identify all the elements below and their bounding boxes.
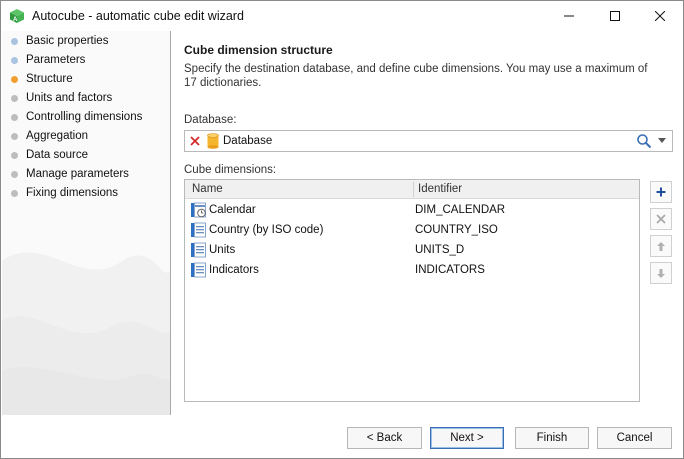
- dimension-name: Indicators: [209, 264, 259, 276]
- step-status-dot: [11, 190, 18, 197]
- minimize-button[interactable]: [546, 1, 592, 31]
- sidebar-step-label: Aggregation: [26, 130, 89, 142]
- dictionary-icon: [191, 222, 206, 238]
- clear-icon[interactable]: [188, 134, 202, 148]
- table-row[interactable]: Units UNITS_D: [185, 240, 639, 260]
- sidebar-step-label: Data source: [26, 149, 89, 161]
- close-icon: [655, 11, 665, 21]
- step-status-dot: [11, 152, 18, 159]
- step-status-dot: [11, 76, 18, 83]
- dimension-identifier: INDICATORS: [415, 264, 485, 276]
- wizard-page-content: Cube dimension structure Specify the des…: [171, 31, 683, 415]
- database-label: Database:: [184, 114, 237, 126]
- sidebar-step-structure[interactable]: Structure: [2, 70, 170, 89]
- sidebar-step-label: Units and factors: [26, 92, 113, 104]
- minimize-icon: [564, 15, 574, 17]
- step-status-dot: [11, 133, 18, 140]
- sidebar-step-label: Basic properties: [26, 35, 109, 47]
- delete-dimension-button[interactable]: [650, 208, 672, 230]
- cube-dimensions-table[interactable]: Name Identifier Calendar DIM_CALENDAR Co…: [184, 179, 640, 402]
- sidebar-step-fixing-dimensions[interactable]: Fixing dimensions: [2, 184, 170, 203]
- table-row[interactable]: Calendar DIM_CALENDAR: [185, 200, 639, 220]
- sidebar-step-label: Structure: [26, 73, 73, 85]
- dictionary-icon: [191, 242, 206, 258]
- sidebar-step-parameters[interactable]: Parameters: [2, 51, 170, 70]
- dimension-name: Units: [209, 244, 236, 256]
- table-row[interactable]: Country (by ISO code) COUNTRY_ISO: [185, 220, 639, 240]
- back-button[interactable]: < Back: [347, 427, 422, 449]
- dictionary-icon: [191, 262, 206, 278]
- dimension-identifier: UNITS_D: [415, 244, 465, 256]
- dimension-name: Calendar: [209, 204, 256, 216]
- window-title: Autocube - automatic cube edit wizard: [32, 9, 244, 23]
- svg-text:A: A: [13, 17, 18, 23]
- sidebar-step-data-source[interactable]: Data source: [2, 146, 170, 165]
- sidebar-step-units-and-factors[interactable]: Units and factors: [2, 89, 170, 108]
- move-up-icon: [657, 241, 665, 251]
- column-divider: [413, 182, 414, 197]
- dropdown-arrow-icon[interactable]: [658, 138, 666, 143]
- step-status-dot: [11, 38, 18, 45]
- calendar-dictionary-icon: [191, 202, 206, 218]
- database-value: Database: [223, 135, 273, 147]
- column-header-name[interactable]: Name: [192, 183, 223, 195]
- move-up-button[interactable]: [650, 235, 672, 257]
- sidebar-step-aggregation[interactable]: Aggregation: [2, 127, 170, 146]
- database-icon: [207, 133, 219, 149]
- table-row[interactable]: Indicators INDICATORS: [185, 260, 639, 280]
- page-title: Cube dimension structure: [184, 43, 333, 57]
- add-icon: [656, 187, 666, 197]
- sidebar-step-label: Manage parameters: [26, 168, 129, 180]
- dimension-name: Country (by ISO code): [209, 224, 324, 236]
- sidebar-step-label: Controlling dimensions: [26, 111, 143, 123]
- table-header: Name Identifier: [185, 180, 639, 199]
- maximize-icon: [610, 11, 620, 21]
- sidebar-step-controlling-dimensions[interactable]: Controlling dimensions: [2, 108, 170, 127]
- step-status-dot: [11, 95, 18, 102]
- wizard-window: A Autocube - automatic cube edit wizard …: [0, 0, 684, 459]
- finish-button[interactable]: Finish: [515, 427, 589, 449]
- step-status-dot: [11, 57, 18, 64]
- database-selector[interactable]: Database: [184, 130, 673, 152]
- maximize-button[interactable]: [592, 1, 638, 31]
- dimension-identifier: DIM_CALENDAR: [415, 204, 506, 216]
- column-header-identifier[interactable]: Identifier: [418, 183, 462, 195]
- next-button[interactable]: Next >: [430, 427, 504, 449]
- wizard-steps-sidebar: Basic properties Parameters Structure Un…: [2, 31, 170, 415]
- page-description: Specify the destination database, and de…: [184, 63, 648, 89]
- title-bar: A Autocube - automatic cube edit wizard: [1, 1, 683, 31]
- close-button[interactable]: [637, 1, 683, 31]
- move-down-icon: [657, 268, 665, 278]
- search-icon[interactable]: [636, 133, 652, 149]
- sidebar-step-manage-parameters[interactable]: Manage parameters: [2, 165, 170, 184]
- cancel-button[interactable]: Cancel: [597, 427, 672, 449]
- step-status-dot: [11, 171, 18, 178]
- move-down-button[interactable]: [650, 262, 672, 284]
- sidebar-step-label: Fixing dimensions: [26, 187, 119, 199]
- cube-dimensions-label: Cube dimensions:: [184, 164, 277, 176]
- add-dimension-button[interactable]: [650, 181, 672, 203]
- autocube-app-icon: A: [10, 9, 24, 23]
- sidebar-step-label: Parameters: [26, 54, 86, 66]
- dimension-identifier: COUNTRY_ISO: [415, 224, 498, 236]
- sidebar-step-basic-properties[interactable]: Basic properties: [2, 32, 170, 51]
- delete-icon: [656, 214, 666, 224]
- step-status-dot: [11, 114, 18, 121]
